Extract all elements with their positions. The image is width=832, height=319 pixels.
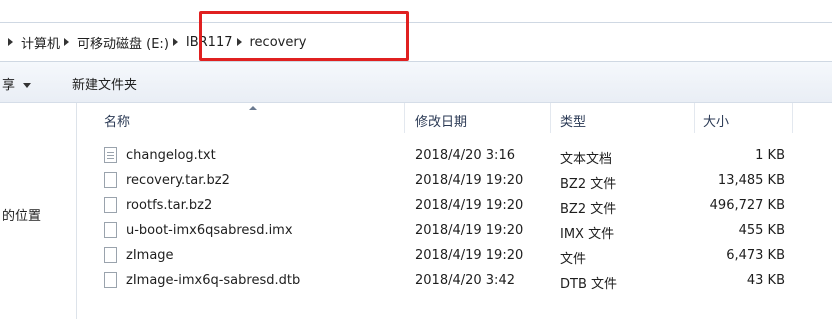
column-divider[interactable] — [694, 103, 695, 133]
sort-ascending-icon — [249, 106, 257, 110]
file-name: zImage — [126, 248, 174, 263]
file-row[interactable]: recovery.tar.bz2 2018/4/19 19:20 BZ2 文件 … — [77, 170, 832, 192]
file-icon — [104, 197, 117, 213]
file-row[interactable]: zImage-imx6q-sabresd.dtb 2018/4/20 3:42 … — [77, 270, 832, 292]
breadcrumb-removable-disk[interactable]: 可移动磁盘 (E:) — [77, 33, 169, 52]
breadcrumb-computer[interactable]: 计算机 — [21, 33, 60, 52]
file-name: rootfs.tar.bz2 — [126, 198, 213, 213]
file-type: 文本文档 — [560, 152, 613, 167]
column-header-type[interactable]: 类型 — [560, 111, 586, 130]
column-header-name[interactable]: 名称 — [104, 111, 130, 130]
column-header-date[interactable]: 修改日期 — [415, 111, 467, 130]
file-size: 455 KB — [738, 223, 785, 238]
file-date: 2018/4/19 19:20 — [415, 248, 524, 263]
file-row[interactable]: zImage 2018/4/19 19:20 文件 6,473 KB — [77, 245, 832, 267]
address-bar[interactable]: 计算机 可移动磁盘 (E:) IBR117 recovery — [0, 22, 832, 62]
file-size: 1 KB — [755, 148, 785, 163]
nav-item-location[interactable]: 的位置 — [2, 205, 41, 224]
file-date: 2018/4/20 3:16 — [415, 148, 515, 163]
file-row[interactable]: changelog.txt 2018/4/20 3:16 文本文档 1 KB — [77, 145, 832, 167]
file-type: DTB 文件 — [560, 277, 618, 292]
file-type: 文件 — [560, 252, 587, 267]
dropdown-caret-icon — [23, 83, 32, 88]
file-row[interactable]: rootfs.tar.bz2 2018/4/19 19:20 BZ2 文件 49… — [77, 195, 832, 217]
navigation-pane: 的位置 — [0, 103, 77, 319]
column-divider[interactable] — [792, 103, 793, 133]
file-icon — [104, 222, 117, 238]
red-highlight-annotation — [199, 11, 409, 61]
file-date: 2018/4/19 19:20 — [415, 173, 524, 188]
column-header-size[interactable]: 大小 — [703, 111, 729, 130]
file-date: 2018/4/19 19:20 — [415, 223, 524, 238]
file-row[interactable]: u-boot-imx6qsabresd.imx 2018/4/19 19:20 … — [77, 220, 832, 242]
new-folder-button[interactable]: 新建文件夹 — [72, 74, 137, 93]
file-icon — [104, 247, 117, 263]
chevron-right-icon[interactable] — [172, 38, 178, 46]
chevron-right-icon[interactable] — [8, 38, 13, 46]
file-icon — [104, 272, 117, 288]
share-label: 享 — [2, 78, 16, 93]
column-header: 名称 修改日期 类型 大小 — [77, 103, 832, 133]
file-size: 13,485 KB — [717, 173, 785, 188]
column-divider[interactable] — [404, 103, 405, 133]
file-type: IMX 文件 — [560, 227, 615, 242]
file-type: BZ2 文件 — [560, 202, 617, 217]
column-divider[interactable] — [550, 103, 551, 133]
file-date: 2018/4/19 19:20 — [415, 198, 524, 213]
file-name: zImage-imx6q-sabresd.dtb — [126, 273, 301, 288]
text-file-icon — [104, 147, 117, 163]
file-size: 496,727 KB — [709, 198, 785, 213]
file-name: changelog.txt — [126, 148, 216, 163]
file-name: u-boot-imx6qsabresd.imx — [126, 223, 293, 238]
file-size: 43 KB — [746, 273, 785, 288]
chevron-right-icon[interactable] — [64, 38, 70, 46]
file-size: 6,473 KB — [726, 248, 785, 263]
file-type: BZ2 文件 — [560, 177, 617, 192]
toolbar: 享 新建文件夹 — [0, 62, 832, 103]
file-name: recovery.tar.bz2 — [126, 173, 230, 188]
file-icon — [104, 172, 117, 188]
file-date: 2018/4/20 3:42 — [415, 273, 515, 288]
share-button[interactable]: 享 — [2, 74, 32, 93]
